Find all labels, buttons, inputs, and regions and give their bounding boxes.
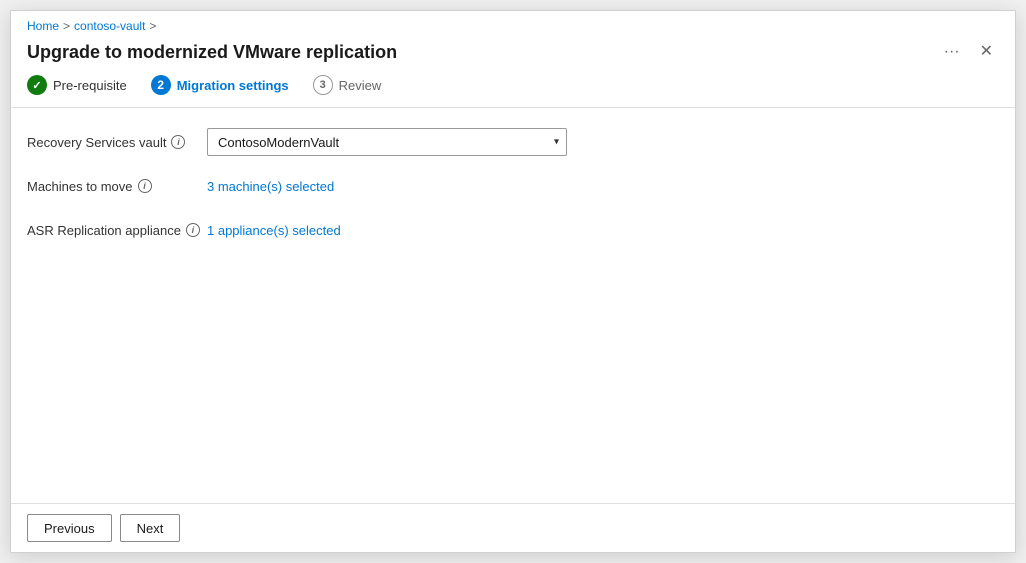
vault-select[interactable]: ContosoModernVault: [207, 128, 567, 156]
label-machines-to-move: Machines to move i: [27, 179, 207, 194]
step-migration-settings[interactable]: 2 Migration settings: [151, 75, 289, 95]
more-options-icon[interactable]: ···: [938, 41, 966, 63]
previous-button[interactable]: Previous: [27, 514, 112, 542]
breadcrumb-sep1: >: [63, 19, 70, 33]
label-recovery-services-vault: Recovery Services vault i: [27, 135, 207, 150]
control-machines-to-move: 3 machine(s) selected: [207, 179, 567, 194]
step-review[interactable]: 3 Review: [313, 75, 382, 95]
step-prerequisite-icon: ✓: [27, 75, 47, 95]
label-asr-appliance: ASR Replication appliance i: [27, 223, 207, 238]
dialog-title: Upgrade to modernized VMware replication: [27, 42, 397, 63]
label-text-machines: Machines to move: [27, 179, 133, 194]
steps-bar: ✓ Pre-requisite 2 Migration settings 3 R…: [11, 75, 1015, 108]
dialog-header: Upgrade to modernized VMware replication…: [11, 37, 1015, 75]
appliance-link[interactable]: 1 appliance(s) selected: [207, 223, 341, 238]
field-asr-appliance: ASR Replication appliance i 1 appliance(…: [27, 216, 999, 244]
step-review-label: Review: [339, 78, 382, 93]
label-text-vault: Recovery Services vault: [27, 135, 166, 150]
step-prerequisite-label: Pre-requisite: [53, 78, 127, 93]
step-migration-label: Migration settings: [177, 78, 289, 93]
close-button[interactable]: ✕: [974, 42, 999, 62]
step-migration-icon: 2: [151, 75, 171, 95]
info-icon-vault[interactable]: i: [171, 135, 185, 149]
header-actions: ··· ✕: [938, 41, 999, 63]
label-text-asr: ASR Replication appliance: [27, 223, 181, 238]
machines-link[interactable]: 3 machine(s) selected: [207, 179, 334, 194]
step-review-icon: 3: [313, 75, 333, 95]
info-icon-asr[interactable]: i: [186, 223, 200, 237]
control-recovery-services-vault: ContosoModernVault ▾: [207, 128, 567, 156]
breadcrumb: Home > contoso-vault >: [11, 11, 1015, 37]
dialog-footer: Previous Next: [11, 503, 1015, 552]
content-area: Recovery Services vault i ContosoModernV…: [11, 108, 1015, 503]
field-recovery-services-vault: Recovery Services vault i ContosoModernV…: [27, 128, 999, 156]
next-button[interactable]: Next: [120, 514, 181, 542]
step-prerequisite[interactable]: ✓ Pre-requisite: [27, 75, 127, 95]
field-machines-to-move: Machines to move i 3 machine(s) selected: [27, 172, 999, 200]
upgrade-dialog: Home > contoso-vault > Upgrade to modern…: [10, 10, 1016, 553]
select-wrapper-vault: ContosoModernVault ▾: [207, 128, 567, 156]
info-icon-machines[interactable]: i: [138, 179, 152, 193]
breadcrumb-home[interactable]: Home: [27, 19, 59, 33]
breadcrumb-vault[interactable]: contoso-vault: [74, 19, 145, 33]
control-asr-appliance: 1 appliance(s) selected: [207, 223, 567, 238]
breadcrumb-sep2: >: [149, 19, 156, 33]
